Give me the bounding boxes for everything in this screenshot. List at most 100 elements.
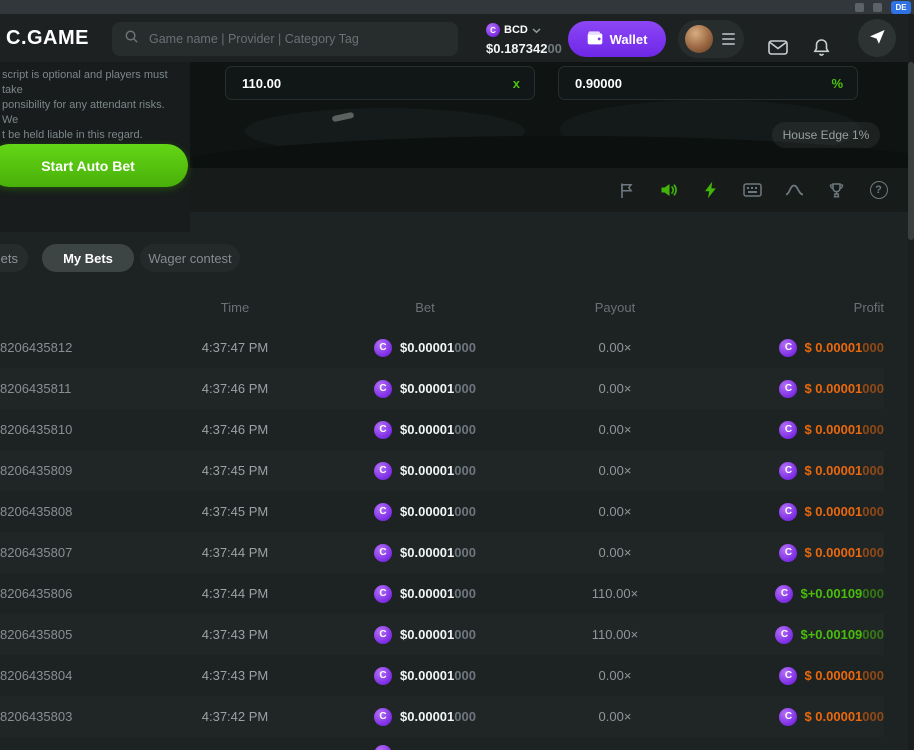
bcd-coin-icon: C — [374, 585, 392, 603]
bet-profit: C $ 0.00001000 — [700, 708, 884, 726]
search-bar[interactable] — [112, 22, 458, 56]
turbo-icon[interactable] — [701, 181, 720, 200]
table-row[interactable]: 8206435812 4:37:47 PM C $0.00001000 0.00… — [0, 327, 884, 368]
mail-button[interactable] — [768, 40, 788, 58]
bet-time: 4:37:45 PM — [150, 504, 320, 519]
tab-all-bets[interactable]: ets — [0, 244, 28, 272]
table-row[interactable]: 8206435808 4:37:45 PM C $0.00001000 0.00… — [0, 491, 884, 532]
bet-id: 8206435805 — [0, 627, 150, 642]
currency-code: BCD — [504, 24, 528, 36]
bcd-coin-icon: C — [775, 626, 793, 644]
bet-amount: C $0.00001000 — [320, 667, 530, 685]
bc-game-page: DE C.GAME C BCD $0.18734200 Wallet — [0, 0, 914, 750]
bet-profit: C $ 0.00001000 — [700, 462, 884, 480]
bet-time: 4:37:43 PM — [150, 668, 320, 683]
notifications-button[interactable] — [813, 38, 830, 60]
bcd-coin-icon: C — [374, 544, 392, 562]
scrollbar-thumb[interactable] — [908, 62, 914, 240]
wallet-button[interactable]: Wallet — [568, 21, 666, 57]
bcd-coin-icon: C — [374, 503, 392, 521]
bet-time: 4:37:44 PM — [150, 586, 320, 601]
bet-time: 4:37:42 PM — [150, 709, 320, 724]
table-row[interactable]: 8206435806 4:37:44 PM C $0.00001000 110.… — [0, 573, 884, 614]
col-time: Time — [150, 300, 320, 315]
col-bet: Bet — [320, 300, 530, 315]
bet-id: 8206435803 — [0, 709, 150, 724]
bet-payout: 0.00× — [530, 463, 700, 478]
user-menu[interactable] — [678, 20, 744, 58]
bet-profit: C $ 0.00001000 — [700, 544, 884, 562]
payout-suffix: x — [513, 76, 520, 91]
house-edge-badge: House Edge 1% — [772, 122, 880, 148]
help-icon[interactable]: ? — [869, 181, 888, 200]
menu-icon — [722, 33, 735, 45]
table-row[interactable]: 8206435811 4:37:46 PM C $0.00001000 0.00… — [0, 368, 884, 409]
site-logo[interactable]: C.GAME — [6, 27, 89, 50]
profile-icon[interactable] — [873, 3, 882, 12]
hotkeys-icon[interactable] — [743, 181, 762, 200]
tab-wager-contest[interactable]: Wager contest — [140, 244, 240, 272]
avatar[interactable] — [685, 25, 713, 53]
search-input[interactable] — [147, 31, 446, 47]
start-auto-bet-button[interactable]: Start Auto Bet — [0, 144, 188, 187]
bet-amount: C $0.00001000 — [320, 626, 530, 644]
bcd-coin-icon: C — [779, 339, 797, 357]
col-payout: Payout — [530, 300, 700, 315]
table-row[interactable]: 8206435804 4:37:43 PM C $0.00001000 0.00… — [0, 655, 884, 696]
bet-time: 4:37:43 PM — [150, 627, 320, 642]
table-row[interactable]: 8206435807 4:37:44 PM C $0.00001000 0.00… — [0, 532, 884, 573]
scrollbar-track[interactable] — [908, 14, 914, 750]
bcd-coin-icon: C — [775, 585, 793, 603]
win-chance-field: % — [558, 66, 858, 100]
bet-payout: 110.00× — [530, 627, 700, 642]
bet-payout: 0.00× — [530, 381, 700, 396]
bcd-coin-icon: C — [374, 745, 392, 750]
bell-icon — [813, 45, 830, 60]
bcd-coin-icon: C — [779, 462, 797, 480]
payout-input[interactable] — [240, 75, 513, 92]
bcd-coin-icon: C — [779, 667, 797, 685]
send-icon — [869, 29, 886, 48]
currency-selector[interactable]: C BCD $0.18734200 — [486, 21, 564, 56]
table-row[interactable]: 8206435805 4:37:43 PM C $0.00001000 110.… — [0, 614, 884, 655]
bet-id: 8206435812 — [0, 340, 150, 355]
bcd-coin-icon: C — [779, 708, 797, 726]
bet-amount: C $0.00001000 — [320, 380, 530, 398]
win-chance-input[interactable] — [573, 75, 831, 92]
bet-profit: C $ 0.00001000 — [700, 421, 884, 439]
wallet-icon — [587, 31, 603, 48]
bet-time: 4:37:47 PM — [150, 340, 320, 355]
trends-icon[interactable] — [785, 181, 804, 200]
bet-amount: C $0.00001000 — [320, 421, 530, 439]
bet-amount: C $0.00001000 — [320, 503, 530, 521]
bcd-coin-icon: C — [374, 708, 392, 726]
bet-panel: script is optional and players must take… — [0, 62, 190, 232]
wallet-label: Wallet — [610, 32, 648, 47]
bcd-coin-icon: C — [374, 626, 392, 644]
bet-profit: C $+0.00109000 — [700, 585, 884, 603]
fairness-flag-icon[interactable] — [617, 181, 636, 200]
bcd-coin-icon: C — [486, 23, 500, 37]
bet-payout: 0.00× — [530, 340, 700, 355]
bcd-coin-icon: C — [374, 339, 392, 357]
bet-id: 8206435807 — [0, 545, 150, 560]
chat-button[interactable] — [858, 19, 896, 57]
bcd-coin-icon: C — [374, 380, 392, 398]
bet-id: 8206435809 — [0, 463, 150, 478]
bet-time: 4:37:45 PM — [150, 463, 320, 478]
table-row[interactable]: 8206435810 4:37:46 PM C $0.00001000 0.00… — [0, 409, 884, 450]
bcd-coin-icon: C — [779, 503, 797, 521]
bet-id: 8206435810 — [0, 422, 150, 437]
translate-extension-badge[interactable]: DE — [891, 1, 911, 14]
tab-my-bets[interactable]: My Bets — [42, 244, 134, 272]
sound-icon[interactable] — [659, 181, 678, 200]
bet-amount: C $0.00001000 — [320, 585, 530, 603]
extension-icon[interactable] — [855, 3, 864, 12]
disclaimer-text: script is optional and players must take… — [0, 62, 190, 143]
table-row[interactable]: 8206435803 4:37:42 PM C $0.00001000 0.00… — [0, 696, 884, 737]
bet-payout: 0.00× — [530, 422, 700, 437]
tournament-icon[interactable] — [827, 181, 846, 200]
bet-payout: 0.00× — [530, 504, 700, 519]
table-header: Time Bet Payout Profit — [0, 300, 884, 315]
table-row[interactable]: 8206435809 4:37:45 PM C $0.00001000 0.00… — [0, 450, 884, 491]
